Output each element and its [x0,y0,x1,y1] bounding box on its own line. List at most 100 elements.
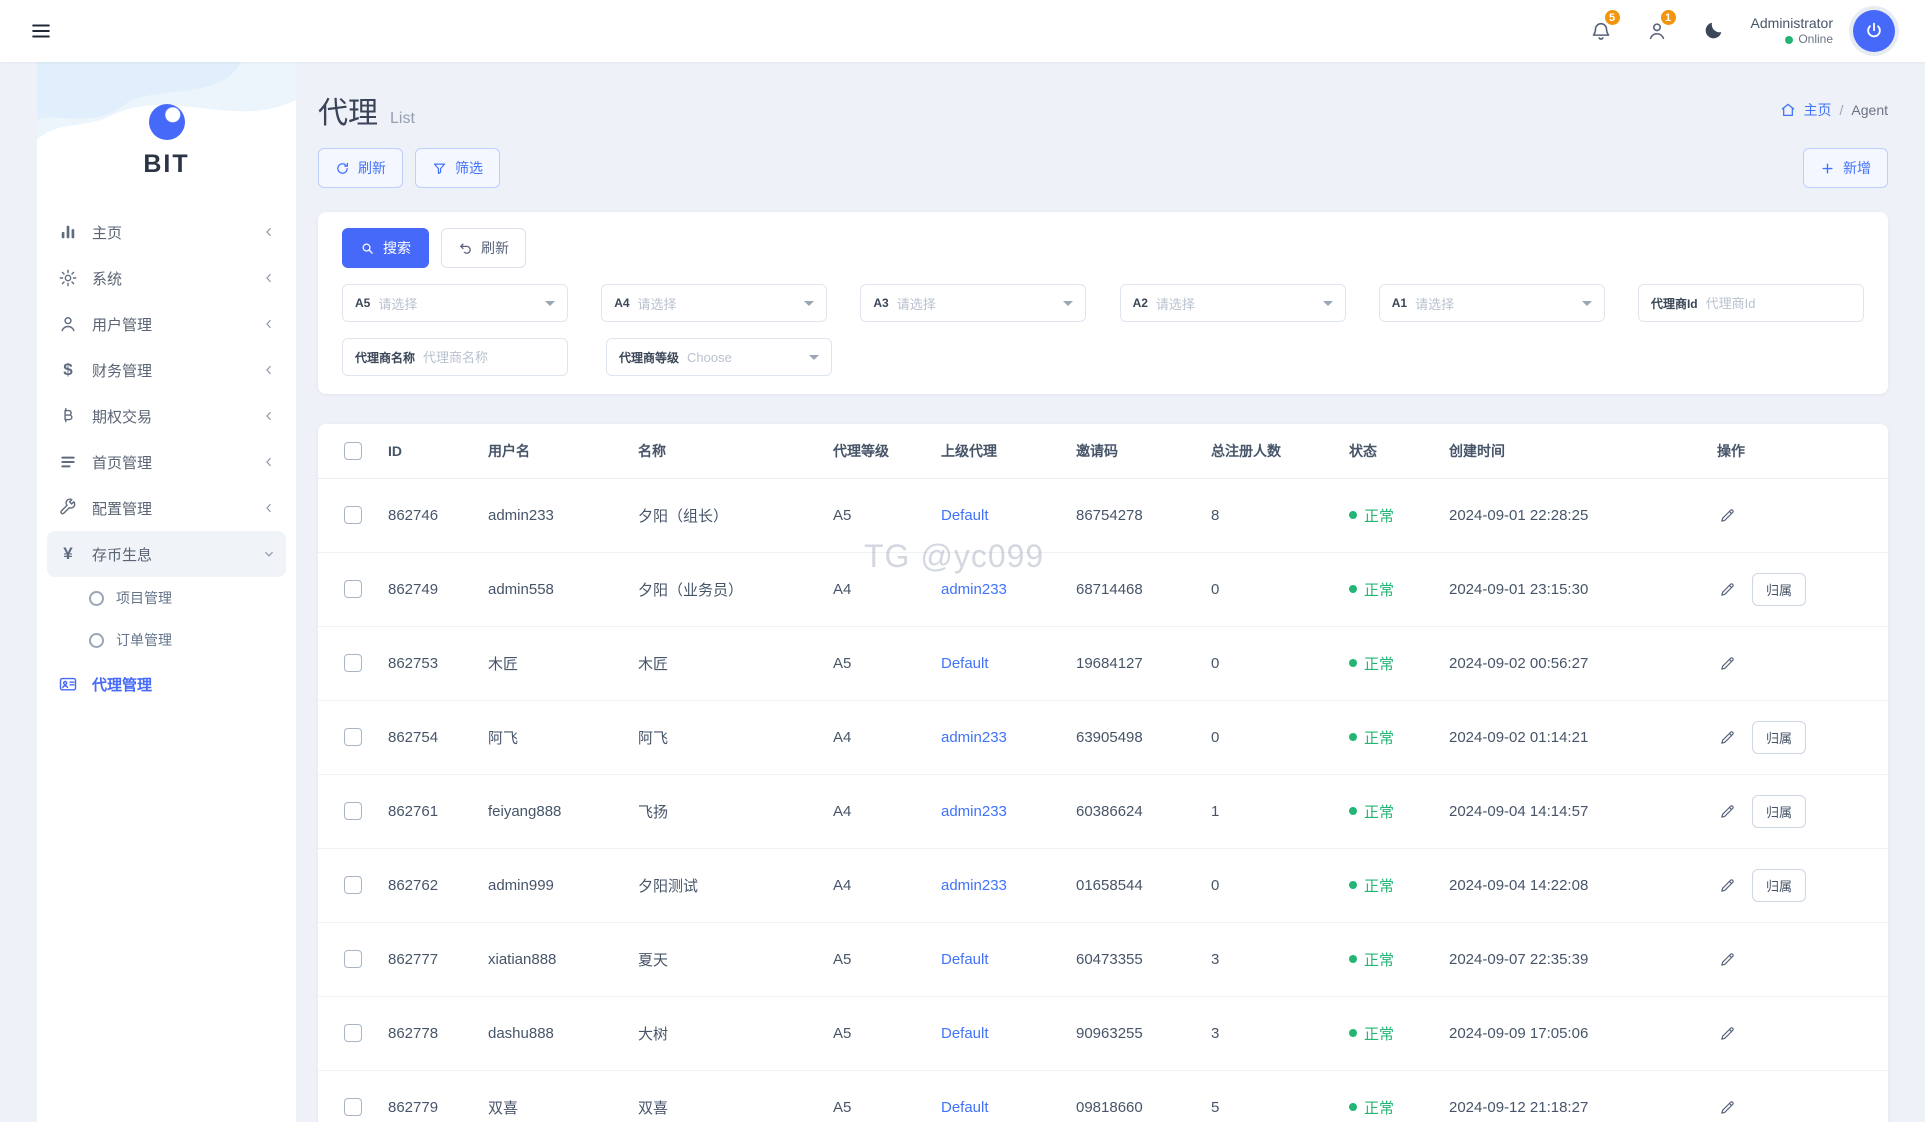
level-filter-select[interactable]: A3 请选择 [860,284,1087,322]
edit-button[interactable] [1717,1097,1738,1118]
refresh-button[interactable]: 刷新 [318,148,403,188]
agent-level-select[interactable]: 代理商等级 Choose [606,338,832,376]
cell-invite-code: 86754278 [1064,478,1199,553]
status-dot [1349,881,1357,889]
level-filter-select[interactable]: A5 请选择 [342,284,568,322]
cell-agent-level: A5 [821,478,929,553]
status-dot [1349,1029,1357,1037]
edit-button[interactable] [1717,949,1738,970]
sidebar-item-options-trading[interactable]: 期权交易 [37,393,296,439]
row-checkbox[interactable] [344,1024,362,1043]
chevron-left-icon [262,225,276,239]
parent-agent-link[interactable]: admin233 [941,877,1007,894]
topbar: 5 1 Administrator Online [0,0,1925,62]
select-all-checkbox[interactable] [344,441,362,460]
edit-button[interactable] [1717,875,1738,896]
add-button[interactable]: 新增 [1803,148,1888,188]
edit-button[interactable] [1717,505,1738,526]
edit-button[interactable] [1717,579,1738,600]
cell-created-time: 2024-09-01 22:28:25 [1437,478,1705,553]
row-checkbox[interactable] [344,802,362,821]
filter-button[interactable]: 筛选 [415,148,500,188]
filter-row-1: A5 请选择 A4 请选择 A3 请选择 A2 请选择 A1 请选择 代理商Id [342,284,1864,322]
sidebar-menu: 主页 系统 用户管理 $ 财务管理 期权交易 首页管理 配置管理 ¥ 存币生息 … [37,209,296,707]
list-icon [57,452,79,472]
parent-agent-link[interactable]: Default [941,951,989,968]
assign-button[interactable]: 归属 [1752,794,1807,828]
agent-name-field[interactable]: 代理商名称 [342,338,568,376]
sidebar-item-home[interactable]: 主页 [37,209,296,255]
agent-name-input[interactable] [423,349,555,365]
home-icon [1780,102,1796,118]
pencil-icon [1719,1099,1736,1116]
parent-agent-link[interactable]: Default [941,655,989,672]
sidebar-item-system[interactable]: 系统 [37,255,296,301]
cell-total-registered: 3 [1199,996,1337,1071]
edit-button[interactable] [1717,727,1738,748]
user-avatar[interactable] [1853,10,1895,52]
assign-button[interactable]: 归属 [1752,868,1807,902]
status-badge: 正常 [1349,579,1394,600]
new-users-button[interactable]: 1 [1639,8,1678,49]
parent-agent-link[interactable]: admin233 [941,581,1007,598]
sidebar-item-agent-management[interactable]: 代理管理 [37,661,296,707]
cell-created-time: 2024-09-12 21:18:27 [1437,1070,1705,1122]
filter-panel: 搜索 刷新 A5 请选择 A4 请选择 A3 请选择 A2 请选择 A1 请选择 [318,212,1888,394]
row-checkbox[interactable] [344,728,362,747]
assign-button[interactable]: 归属 [1752,720,1807,754]
header-created-time: 创建时间 [1437,424,1705,479]
sidebar-item-users[interactable]: 用户管理 [37,301,296,347]
status-badge: 正常 [1349,653,1394,674]
table-row: 862749 admin558 夕阳（业务员） A4 admin233 6871… [318,552,1888,627]
sidebar-subitem-project-management[interactable]: 项目管理 [37,577,296,619]
plus-icon [1820,161,1835,176]
agent-id-input[interactable] [1705,295,1851,311]
status-badge: 正常 [1349,801,1394,822]
dark-mode-toggle[interactable] [1695,13,1731,49]
header-agent-level: 代理等级 [821,424,929,479]
status-dot [1349,585,1357,593]
parent-agent-link[interactable]: admin233 [941,803,1007,820]
parent-agent-link[interactable]: Default [941,1025,989,1042]
row-checkbox[interactable] [344,506,362,525]
level-filter-select[interactable]: A2 请选择 [1119,284,1346,322]
reset-button[interactable]: 刷新 [441,228,526,268]
level-filter-select[interactable]: A4 请选择 [601,284,828,322]
row-checkbox[interactable] [344,1098,362,1117]
table-header-row: ID 用户名 名称 代理等级 上级代理 邀请码 总注册人数 状态 创建时间 操作 [318,424,1888,479]
notifications-button[interactable]: 5 [1583,8,1622,49]
cell-total-registered: 0 [1199,552,1337,627]
cell-total-registered: 0 [1199,848,1337,923]
hamburger-menu-button[interactable] [30,20,52,42]
edit-button[interactable] [1717,801,1738,822]
row-checkbox[interactable] [344,876,362,895]
user-name: Administrator [1750,15,1833,32]
hamburger-icon [30,20,52,42]
cell-created-time: 2024-09-02 00:56:27 [1437,626,1705,701]
pencil-icon [1719,729,1736,746]
row-checkbox[interactable] [344,950,362,969]
sidebar-item-finance[interactable]: $ 财务管理 [37,347,296,393]
sidebar-item-config[interactable]: 配置管理 [37,485,296,531]
sidebar-item-homepage-management[interactable]: 首页管理 [37,439,296,485]
row-checkbox[interactable] [344,580,362,599]
search-button[interactable]: 搜索 [342,228,429,268]
chevron-left-icon [262,317,276,331]
level-filter-select[interactable]: A1 请选择 [1378,284,1605,322]
breadcrumb-home-link[interactable]: 主页 [1804,100,1832,120]
cell-invite-code: 09818660 [1064,1070,1199,1122]
parent-agent-link[interactable]: Default [941,507,989,524]
cell-username: 双喜 [476,1070,626,1122]
cell-username: dashu888 [476,996,626,1071]
sidebar-item-coin-staking[interactable]: ¥ 存币生息 [47,531,286,577]
main-content: 代理 List 主页 / Agent 刷新 筛选 新增 搜索 刷新 A5 请选择… [296,62,1925,1122]
parent-agent-link[interactable]: Default [941,1099,989,1116]
cell-username: admin558 [476,552,626,627]
parent-agent-link[interactable]: admin233 [941,729,1007,746]
row-checkbox[interactable] [344,654,362,673]
edit-button[interactable] [1717,1023,1738,1044]
agent-id-field[interactable]: 代理商Id [1637,284,1864,322]
edit-button[interactable] [1717,653,1738,674]
sidebar-subitem-order-management[interactable]: 订单管理 [37,619,296,661]
assign-button[interactable]: 归属 [1752,572,1807,606]
